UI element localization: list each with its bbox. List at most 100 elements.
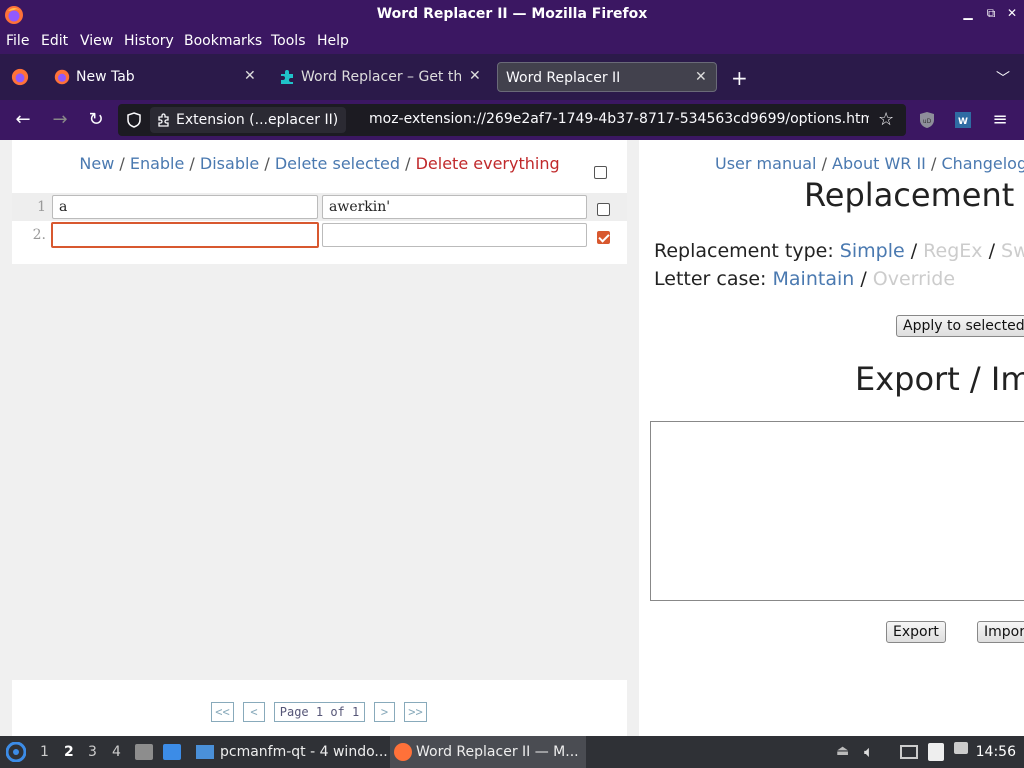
next-page-button[interactable]: > [374, 702, 395, 722]
close-tab-icon[interactable]: ✕ [695, 69, 707, 85]
disable-link[interactable]: Disable [200, 154, 259, 173]
tab-label: New Tab [76, 69, 135, 85]
eject-icon[interactable]: ⏏ [836, 743, 849, 759]
find-input[interactable] [51, 222, 319, 248]
puzzle-addon-icon [281, 70, 293, 84]
tab-label: Word Replacer II [506, 70, 621, 86]
replacement-type-row: Replacement type: Simple / RegEx / Swap [654, 240, 1024, 262]
task-firefox[interactable]: Word Replacer II — M... [390, 736, 586, 768]
prev-page-button[interactable]: < [243, 702, 265, 722]
table-row: 1 a awerkin' [12, 193, 627, 221]
new-tab-plus-icon[interactable]: + [731, 66, 748, 90]
reload-icon[interactable]: ↻ [84, 108, 108, 132]
ublock-shield-icon[interactable]: uD [918, 111, 936, 129]
desktop-launcher-icon[interactable] [163, 744, 181, 760]
clipboard-icon[interactable] [928, 743, 944, 761]
close-tab-icon[interactable]: ✕ [244, 68, 256, 84]
close-tab-icon[interactable]: ✕ [469, 68, 481, 84]
back-arrow-icon[interactable]: ← [11, 108, 35, 132]
task-pcmanfm[interactable]: pcmanfm-qt - 4 windo... [192, 736, 388, 768]
menu-help[interactable]: Help [317, 33, 349, 49]
row-select-checkbox[interactable] [597, 203, 610, 216]
changelog-link[interactable]: Changelog [941, 154, 1024, 173]
url-text[interactable]: moz-extension://269e2af7-1749-4b37-8717-… [369, 111, 869, 127]
import-button[interactable]: Impor [977, 621, 1024, 643]
help-links: User manual / About WR II / Changelog / … [715, 154, 1024, 173]
replacement-settings-heading: Replacement Se [804, 176, 1024, 214]
workspace-3[interactable]: 3 [88, 744, 97, 760]
menu-view[interactable]: View [80, 33, 113, 49]
task-label: Word Replacer II — M... [416, 744, 579, 760]
word-replacer-extension-icon[interactable]: W [954, 111, 972, 129]
list-all-tabs-chevron-icon[interactable]: ﹀ [996, 68, 1010, 88]
restore-icon[interactable]: ⧉ [983, 6, 999, 21]
separator: / [400, 154, 416, 173]
page-indicator: Page 1 of 1 [274, 702, 365, 722]
select-all-checkbox[interactable] [594, 166, 607, 179]
workspace-2[interactable]: 2 [64, 744, 74, 760]
menu-tools[interactable]: Tools [271, 33, 306, 49]
first-page-button[interactable]: << [211, 702, 234, 722]
menu-bookmarks[interactable]: Bookmarks [184, 33, 262, 49]
svg-text:uD: uD [923, 118, 932, 125]
tab-strip: New Tab ✕ Word Replacer – Get this ✕ Wor… [0, 54, 1024, 100]
last-page-button[interactable]: >> [404, 702, 427, 722]
file-manager-launcher-icon[interactable] [135, 744, 153, 760]
user-manual-link[interactable]: User manual [715, 154, 816, 173]
hamburger-menu-icon[interactable]: ≡ [988, 108, 1012, 132]
delete-everything-link[interactable]: Delete everything [416, 154, 560, 173]
close-window-icon[interactable]: ✕ [1004, 6, 1020, 20]
type-simple-option[interactable]: Simple [840, 240, 905, 262]
menu-edit[interactable]: Edit [41, 33, 68, 49]
clock: 14:56 [975, 744, 1016, 760]
volume-icon[interactable]: 🔈︎ [864, 742, 874, 762]
replacement-type-label: Replacement type: [654, 240, 834, 262]
tab-word-replacer-ii[interactable]: Word Replacer II ✕ [497, 62, 717, 92]
workspace-4[interactable]: 4 [112, 744, 121, 760]
case-maintain-option[interactable]: Maintain [773, 268, 855, 290]
delete-selected-link[interactable]: Delete selected [275, 154, 400, 173]
forward-arrow-icon[interactable]: → [48, 108, 72, 132]
bookmark-star-icon[interactable]: ☆ [878, 109, 894, 130]
settings-panel: User manual / About WR II / Changelog / … [639, 140, 1024, 736]
workspace-1[interactable]: 1 [40, 744, 49, 760]
replace-input[interactable]: awerkin' [322, 195, 587, 219]
extension-identity-box[interactable]: Extension (...eplacer II) [150, 107, 347, 133]
enable-link[interactable]: Enable [130, 154, 185, 173]
list-actions: New / Enable / Disable / Delete selected… [12, 154, 627, 173]
menu-history[interactable]: History [124, 33, 174, 49]
navigation-bar: ← → ↻ Extension (...eplacer II) moz-exte… [0, 100, 1024, 140]
start-menu-icon[interactable] [6, 742, 26, 762]
notification-icon[interactable] [954, 742, 968, 754]
tab-new-tab[interactable]: New Tab ✕ [48, 62, 266, 92]
firefox-tab-icon [54, 69, 70, 85]
minimize-icon[interactable]: ▁ [960, 6, 976, 20]
type-swap-option[interactable]: Swap [1001, 240, 1024, 262]
url-bar[interactable]: Extension (...eplacer II) moz-extension:… [118, 104, 906, 136]
network-icon[interactable] [900, 745, 918, 759]
type-regex-option[interactable]: RegEx [923, 240, 982, 262]
firefox-view-icon[interactable] [11, 68, 29, 86]
page-content: New / Enable / Disable / Delete selected… [0, 140, 1024, 736]
row-select-checkbox[interactable] [597, 231, 610, 244]
task-label: pcmanfm-qt - 4 windo... [220, 744, 388, 760]
separator: / [259, 154, 275, 173]
case-override-option[interactable]: Override [873, 268, 955, 290]
find-input[interactable]: a [52, 195, 318, 219]
folder-icon [196, 745, 214, 759]
menu-file[interactable]: File [6, 33, 29, 49]
export-import-textarea[interactable] [650, 421, 1024, 601]
apply-to-selected-button[interactable]: Apply to selected [896, 315, 1024, 337]
tab-word-replacer-addon[interactable]: Word Replacer – Get this ✕ [273, 62, 491, 92]
export-import-heading: Export / Imp [855, 360, 1024, 398]
about-link[interactable]: About WR II [832, 154, 926, 173]
firefox-task-icon [394, 743, 412, 761]
replace-input[interactable] [322, 223, 587, 247]
svg-text:W: W [958, 117, 968, 127]
export-button[interactable]: Export [886, 621, 946, 643]
shield-icon[interactable] [126, 112, 142, 128]
replacement-list-panel: New / Enable / Disable / Delete selected… [12, 140, 627, 264]
new-link[interactable]: New [79, 154, 114, 173]
tab-label: Word Replacer – Get this [301, 69, 461, 85]
puzzle-piece-icon [158, 113, 169, 127]
